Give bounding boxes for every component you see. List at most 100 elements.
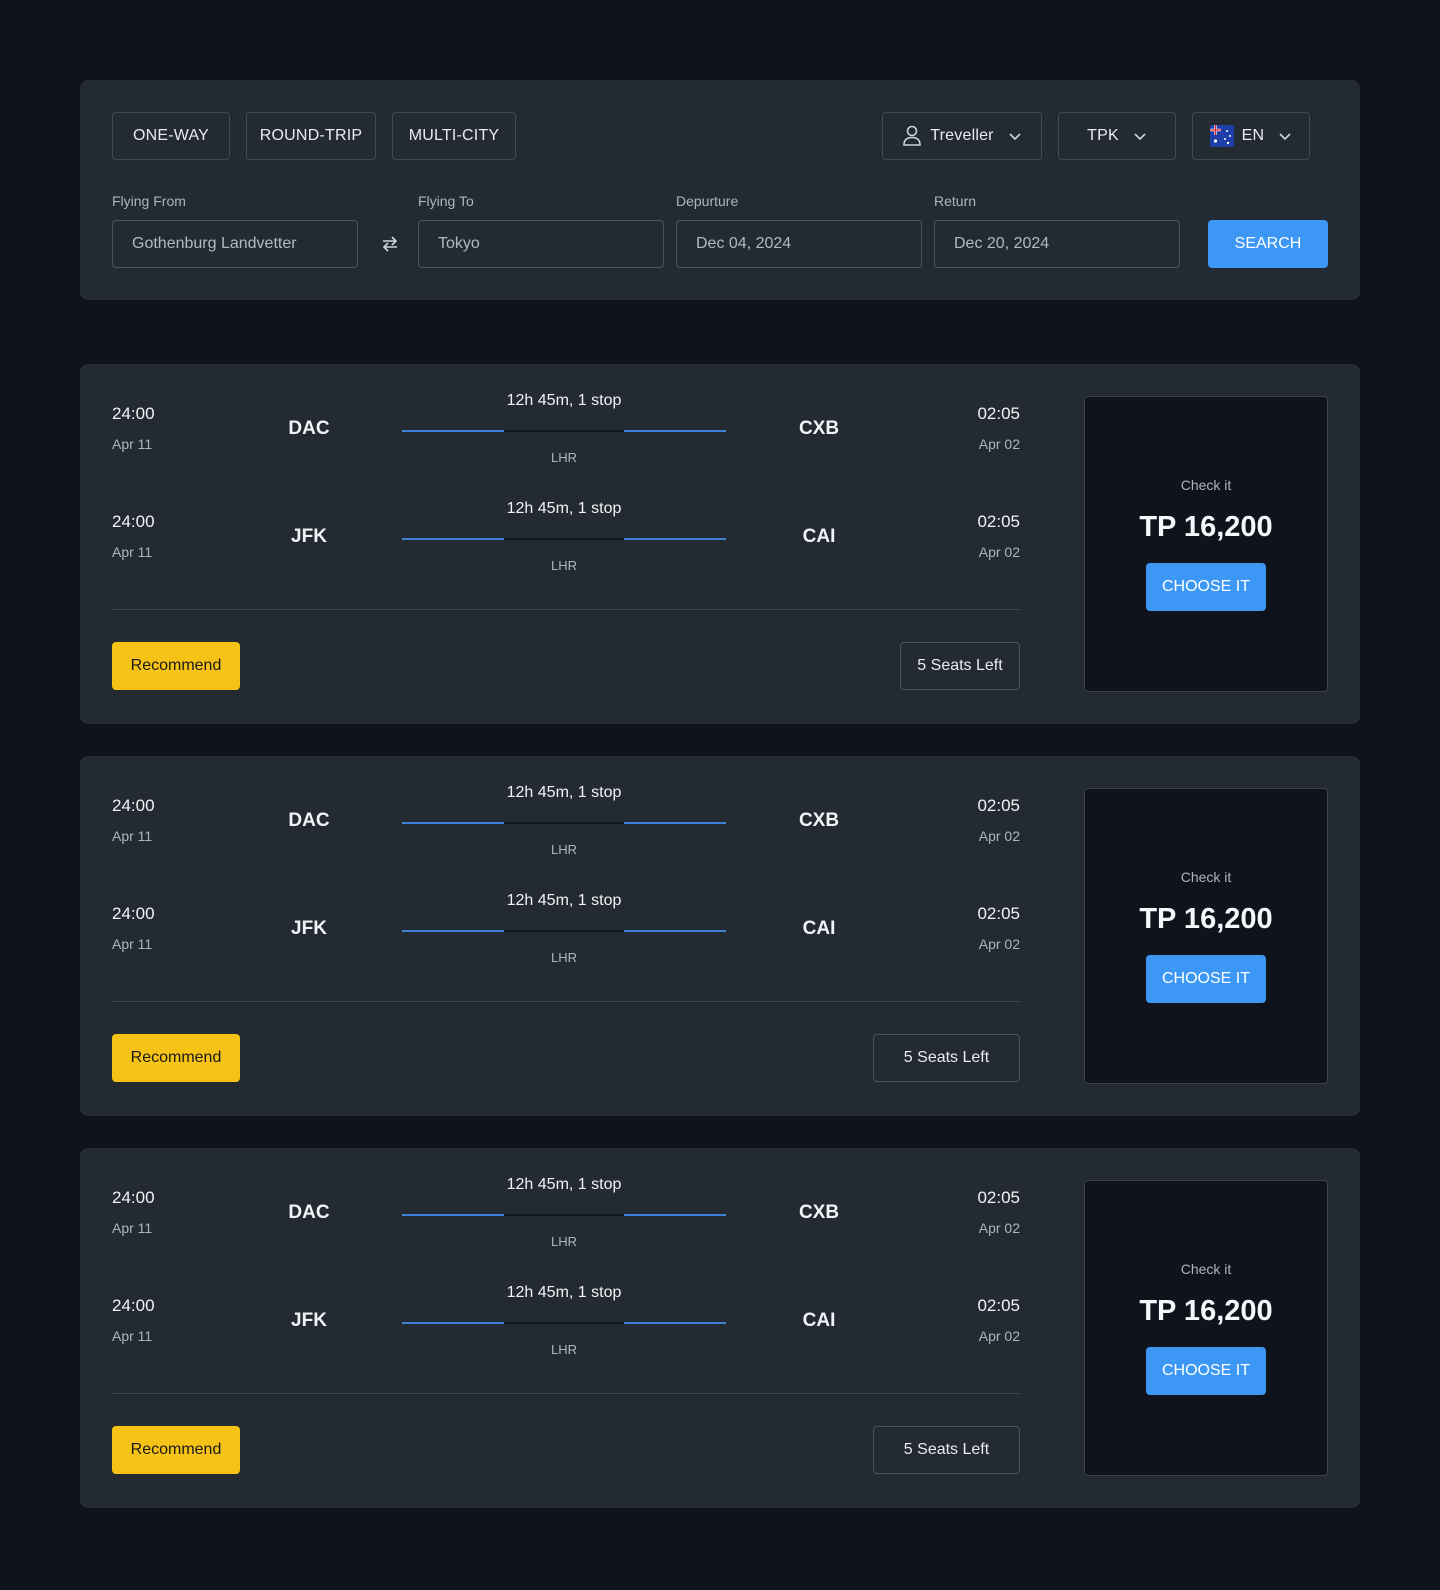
check-it-label: Check it — [1180, 477, 1232, 493]
chevron-down-icon — [1009, 133, 1021, 141]
stopover-code: LHR — [550, 558, 577, 573]
flight-duration: 12h 45m, 1 stop — [506, 1176, 622, 1193]
arrival-time: 02:05 — [977, 512, 1020, 531]
choose-button[interactable]: CHOOSE IT — [1146, 955, 1266, 1003]
divider — [112, 609, 1020, 610]
stopover-code: LHR — [550, 950, 577, 965]
origin-code: DAC — [288, 418, 330, 439]
arrival-time: 02:05 — [977, 904, 1020, 923]
flight-duration: 12h 45m, 1 stop — [506, 500, 622, 517]
from-label: Flying From — [112, 193, 186, 209]
flight-card: 24:00 Apr 11 DAC 12h 45m, 1 stop LHR CXB… — [80, 756, 1360, 1116]
chevron-down-icon — [1134, 133, 1146, 141]
origin-code: DAC — [288, 1202, 330, 1223]
stopover-code: LHR — [550, 1342, 577, 1357]
arrival-date: Apr 02 — [978, 1328, 1020, 1344]
arrival-time: 02:05 — [977, 796, 1020, 815]
departure-input[interactable]: Dec 04, 2024 — [676, 220, 922, 268]
choose-button[interactable]: CHOOSE IT — [1146, 563, 1266, 611]
divider — [112, 1001, 1020, 1002]
origin-code: JFK — [291, 526, 327, 547]
price-panel: Check it TP 16,200 CHOOSE IT — [1084, 396, 1328, 692]
recommend-badge: Recommend — [112, 1034, 240, 1082]
destination-code: CAI — [802, 1310, 836, 1331]
price-panel: Check it TP 16,200 CHOOSE IT — [1084, 788, 1328, 1084]
departure-date: Apr 11 — [112, 1220, 153, 1236]
origin-code: JFK — [291, 918, 327, 939]
flight-leg: 24:00 Apr 11 DAC 12h 45m, 1 stop LHR CXB… — [112, 392, 1020, 472]
seats-left-badge: 5 Seats Left — [873, 1034, 1020, 1082]
destination-code: CAI — [802, 918, 836, 939]
route-line — [402, 1322, 726, 1324]
route-line — [402, 430, 726, 432]
arrival-time: 02:05 — [977, 404, 1020, 423]
flight-leg: 24:00 Apr 11 DAC 12h 45m, 1 stop LHR CXB… — [112, 784, 1020, 864]
chevron-down-icon — [1279, 133, 1291, 141]
arrival-time: 02:05 — [977, 1296, 1020, 1315]
departure-date: Apr 11 — [112, 936, 153, 952]
search-button[interactable]: SEARCH — [1208, 220, 1328, 268]
trip-type-round-trip[interactable]: ROUND-TRIP — [246, 112, 376, 160]
from-input[interactable]: Gothenburg Landvetter — [112, 220, 358, 268]
stopover-code: LHR — [550, 842, 577, 857]
recommend-badge: Recommend — [112, 642, 240, 690]
choose-button[interactable]: CHOOSE IT — [1146, 1347, 1266, 1395]
stopover-code: LHR — [550, 1234, 577, 1249]
departure-time: 24:00 — [112, 512, 155, 531]
flight-duration: 12h 45m, 1 stop — [506, 892, 622, 909]
arrival-date: Apr 02 — [978, 828, 1020, 844]
departure-time: 24:00 — [112, 1296, 155, 1315]
price-panel: Check it TP 16,200 CHOOSE IT — [1084, 1180, 1328, 1476]
flight-leg: 24:00 Apr 11 JFK 12h 45m, 1 stop LHR CAI… — [112, 500, 1020, 580]
departure-date: Apr 11 — [112, 828, 153, 844]
traveller-dropdown[interactable]: Treveller — [882, 112, 1042, 160]
user-icon — [903, 125, 922, 146]
flight-card: 24:00 Apr 11 DAC 12h 45m, 1 stop LHR CXB… — [80, 364, 1360, 724]
departure-time: 24:00 — [112, 796, 155, 815]
destination-code: CAI — [802, 526, 836, 547]
flight-duration: 12h 45m, 1 stop — [506, 784, 622, 801]
traveller-label: Treveller — [930, 127, 994, 144]
divider — [112, 1393, 1020, 1394]
flag-icon — [1209, 125, 1234, 147]
route-line — [402, 1214, 726, 1216]
check-it-label: Check it — [1180, 1261, 1232, 1277]
swap-icon[interactable] — [380, 234, 400, 254]
destination-code: CXB — [798, 418, 840, 439]
flight-leg: 24:00 Apr 11 JFK 12h 45m, 1 stop LHR CAI… — [112, 892, 1020, 972]
flight-leg: 24:00 Apr 11 JFK 12h 45m, 1 stop LHR CAI… — [112, 1284, 1020, 1364]
flight-card: 24:00 Apr 11 DAC 12h 45m, 1 stop LHR CXB… — [80, 1148, 1360, 1508]
price: TP 16,200 — [1139, 511, 1273, 543]
destination-code: CXB — [798, 1202, 840, 1223]
price: TP 16,200 — [1139, 903, 1273, 935]
language-dropdown[interactable]: EN — [1192, 112, 1310, 160]
origin-code: JFK — [291, 1310, 327, 1331]
arrival-date: Apr 02 — [978, 544, 1020, 560]
seats-left-badge: 5 Seats Left — [873, 1426, 1020, 1474]
departure-time: 24:00 — [112, 904, 155, 923]
departure-label: Depurture — [676, 193, 739, 209]
origin-code: DAC — [288, 810, 330, 831]
flight-duration: 12h 45m, 1 stop — [506, 1284, 622, 1301]
language-label: EN — [1241, 127, 1265, 144]
route-line — [402, 822, 726, 824]
stopover-code: LHR — [550, 450, 577, 465]
departure-date: Apr 11 — [112, 436, 153, 452]
to-input[interactable]: Tokyo — [418, 220, 664, 268]
flight-leg: 24:00 Apr 11 DAC 12h 45m, 1 stop LHR CXB… — [112, 1176, 1020, 1256]
return-label: Return — [934, 193, 977, 209]
departure-time: 24:00 — [112, 1188, 155, 1207]
currency-dropdown[interactable]: TPK — [1058, 112, 1176, 160]
trip-type-one-way[interactable]: ONE-WAY — [112, 112, 230, 160]
check-it-label: Check it — [1180, 869, 1232, 885]
arrival-date: Apr 02 — [978, 936, 1020, 952]
arrival-date: Apr 02 — [978, 1220, 1020, 1236]
trip-type-multi-city[interactable]: MULTI-CITY — [392, 112, 516, 160]
arrival-time: 02:05 — [977, 1188, 1020, 1207]
price: TP 16,200 — [1139, 1295, 1273, 1327]
route-line — [402, 930, 726, 932]
arrival-date: Apr 02 — [978, 436, 1020, 452]
departure-date: Apr 11 — [112, 544, 153, 560]
flight-duration: 12h 45m, 1 stop — [506, 392, 622, 409]
return-input[interactable]: Dec 20, 2024 — [934, 220, 1180, 268]
